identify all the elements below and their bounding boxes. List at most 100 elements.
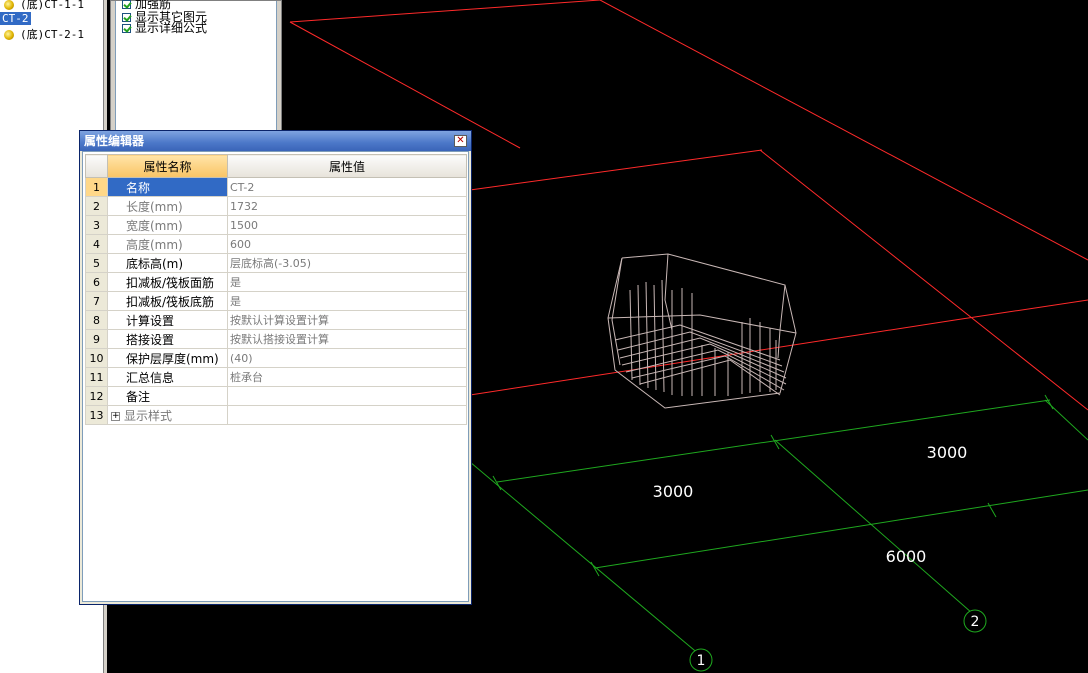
close-icon[interactable]: ✕: [454, 135, 467, 147]
rebar-bar: [645, 281, 649, 389]
property-name[interactable]: 长度(mm): [107, 196, 228, 216]
expand-icon[interactable]: +: [111, 411, 120, 421]
row-number: 8: [85, 310, 108, 330]
display-options-panel: 加强筋 显示其它图元 显示详细公式: [110, 0, 282, 143]
display-options-list: 加强筋 显示其它图元 显示详细公式: [115, 0, 277, 139]
table-row[interactable]: 10 保护层厚度(mm) (40): [85, 348, 467, 368]
row-number-header: [85, 154, 108, 178]
table-row[interactable]: 13 + 显示样式: [85, 405, 467, 425]
red-grid-line: [469, 149, 763, 191]
tree-item-ct-2[interactable]: CT-2: [0, 11, 31, 26]
table-row[interactable]: 2 长度(mm) 1732: [85, 196, 467, 216]
row-number: 7: [85, 291, 108, 311]
row-number: 9: [85, 329, 108, 349]
rebar-bar: [629, 289, 633, 381]
property-name[interactable]: 保护层厚度(mm): [107, 348, 228, 368]
property-grid: 属性名称 属性值 1 名称 CT-2 2 长度(mm) 1732 3 宽度(mm) 1500 4 高…: [85, 154, 467, 425]
property-value[interactable]: 1500: [227, 215, 467, 235]
table-row[interactable]: 9 搭接设置 按默认搭接设置计算: [85, 329, 467, 349]
property-name[interactable]: 扣减板/筏板底筋: [107, 291, 228, 311]
dimension-lines: [469, 394, 1088, 656]
table-row[interactable]: 12 备注: [85, 386, 467, 406]
property-name[interactable]: 备注: [107, 386, 228, 406]
property-name[interactable]: 高度(mm): [107, 234, 228, 254]
row-number: 5: [85, 253, 108, 273]
rebar-edge: [664, 253, 673, 331]
table-row[interactable]: 5 底标高(m) 层底标高(-3.05): [85, 253, 467, 273]
window-title: 属性编辑器: [84, 134, 145, 148]
property-name[interactable]: 计算设置: [107, 310, 228, 330]
dimension-line: [594, 489, 1088, 569]
table-row[interactable]: 1 名称 CT-2: [85, 177, 467, 197]
axis-line-2: [774, 439, 973, 614]
axis-label-1: 1: [697, 653, 706, 669]
red-grid-line: [469, 319, 956, 396]
dimension-label: 6000: [886, 547, 927, 566]
tree-item-label: (底)CT-2-1: [20, 28, 84, 41]
property-value[interactable]: 1732: [227, 196, 467, 216]
row-number: 12: [85, 386, 108, 406]
property-value[interactable]: 600: [227, 234, 467, 254]
property-value[interactable]: 是: [227, 272, 467, 292]
property-value[interactable]: 是: [227, 291, 467, 311]
red-grid-line: [289, 0, 601, 23]
property-name[interactable]: 搭接设置: [107, 329, 228, 349]
pile-cap-rebar-model[interactable]: [607, 253, 797, 409]
property-value[interactable]: 按默认搭接设置计算: [227, 329, 467, 349]
property-value[interactable]: [227, 386, 467, 406]
dimension-label: 3000: [653, 482, 694, 501]
row-number: 11: [85, 367, 108, 387]
row-number: 1: [85, 177, 108, 197]
rebar-edge: [607, 314, 797, 334]
table-row[interactable]: 4 高度(mm) 600: [85, 234, 467, 254]
row-number: 6: [85, 272, 108, 292]
table-row[interactable]: 6 扣减板/筏板面筋是: [85, 272, 467, 292]
property-value[interactable]: 桩承台: [227, 367, 467, 387]
red-grid-line: [759, 149, 1088, 411]
tree-item-label: CT-2: [0, 12, 31, 25]
column-header-value[interactable]: 属性值: [227, 154, 467, 178]
property-name[interactable]: + 显示样式: [107, 405, 228, 425]
property-value[interactable]: [227, 405, 467, 425]
dimension-label: 3000: [927, 443, 968, 462]
checkbox[interactable]: [122, 0, 131, 9]
rebar-bar: [661, 279, 665, 393]
column-header-name[interactable]: 属性名称: [107, 154, 228, 178]
row-number: 3: [85, 215, 108, 235]
property-name[interactable]: 扣减板/筏板面筋: [107, 272, 228, 292]
property-name[interactable]: 名称: [107, 177, 228, 197]
option-show-detailed-formula[interactable]: 显示详细公式: [122, 22, 207, 34]
checkbox[interactable]: [122, 13, 131, 22]
table-row[interactable]: 11 汇总信息 桩承台: [85, 367, 467, 387]
axis-label-2: 2: [971, 614, 980, 630]
property-editor-titlebar[interactable]: 属性编辑器 ✕: [80, 131, 471, 151]
checkbox[interactable]: [122, 24, 131, 33]
property-value[interactable]: (40): [227, 348, 467, 368]
property-value[interactable]: 层底标高(-3.05): [227, 253, 467, 273]
row-number: 13: [85, 405, 108, 425]
property-name[interactable]: 底标高(m): [107, 253, 228, 273]
rebar-bar: [631, 355, 785, 391]
property-value[interactable]: 按默认计算设置计算: [227, 310, 467, 330]
property-name[interactable]: 汇总信息: [107, 367, 228, 387]
dimension-tick: [1044, 394, 1054, 410]
dimension-tick: [492, 475, 502, 491]
axis-bubbles: [689, 609, 987, 672]
table-row[interactable]: 8 计算设置 按默认计算设置计算: [85, 310, 467, 330]
option-label: 显示详细公式: [135, 21, 208, 35]
table-row[interactable]: 7 扣减板/筏板底筋是: [85, 291, 467, 311]
red-grid-line: [954, 299, 1088, 321]
property-value[interactable]: CT-2: [227, 177, 467, 197]
red-grid-line: [599, 0, 1088, 261]
property-name[interactable]: 宽度(mm): [107, 215, 228, 235]
dimension-line: [496, 399, 1051, 483]
tree-item-label: (底)CT-1-1: [20, 0, 84, 11]
property-name-label: 显示样式: [124, 408, 173, 423]
option-rebar[interactable]: 加强筋: [122, 0, 171, 10]
property-grid-container: 属性名称 属性值 1 名称 CT-2 2 长度(mm) 1732 3 宽度(mm) 1500 4 高…: [82, 151, 469, 602]
tree-item-ct-2-1[interactable]: (底)CT-2-1: [0, 27, 84, 42]
component-icon: [4, 0, 14, 10]
rebar-bar: [653, 284, 657, 391]
property-editor-window: 属性编辑器 ✕ 属性名称 属性值 1 名称 CT-2 2 长度(mm) 1732 3 宽度(m…: [79, 130, 472, 605]
table-row[interactable]: 3 宽度(mm) 1500: [85, 215, 467, 235]
